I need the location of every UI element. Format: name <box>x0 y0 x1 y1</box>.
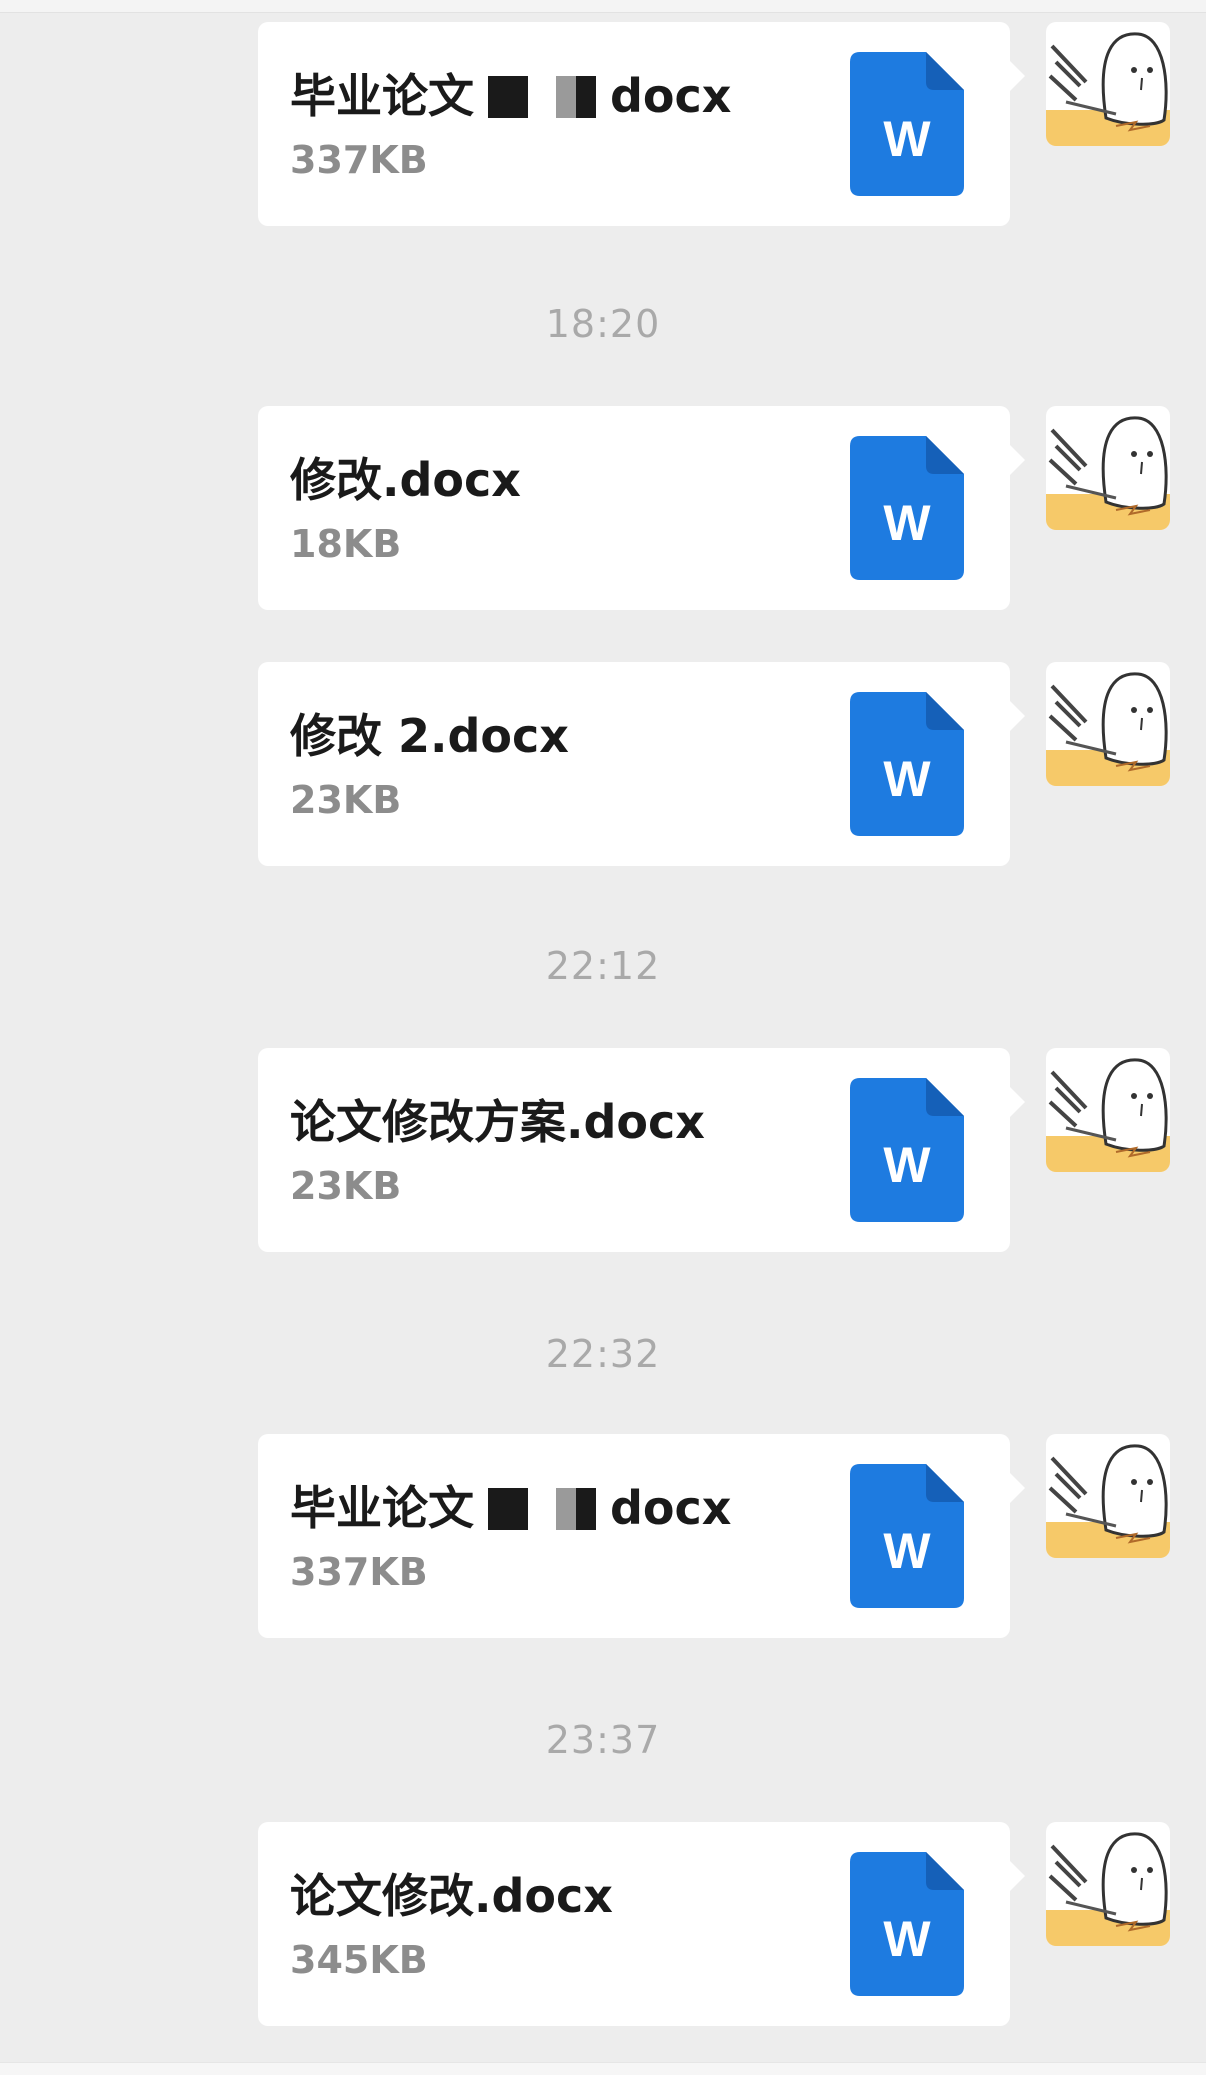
file-name: 论文修改.docx <box>290 1869 613 1923</box>
timestamp: 23:37 <box>545 1718 661 1762</box>
redaction-block <box>488 1488 528 1530</box>
word-doc-icon: W <box>850 1078 964 1222</box>
file-name: 论文修改方案.docx <box>290 1095 705 1149</box>
avatar[interactable] <box>1046 22 1170 146</box>
timestamp: 22:12 <box>545 944 661 988</box>
timestamp: 18:20 <box>545 302 661 346</box>
word-doc-icon: W <box>850 436 964 580</box>
avatar[interactable] <box>1046 1048 1170 1172</box>
word-doc-icon: W <box>850 1852 964 1996</box>
bottom-divider <box>0 2062 1206 2075</box>
file-size: 337KB <box>290 1550 428 1594</box>
avatar[interactable] <box>1046 1822 1170 1946</box>
file-size: 18KB <box>290 522 402 566</box>
svg-text:W: W <box>883 751 931 807</box>
file-name: 修改.docx <box>290 453 521 507</box>
file-message-bubble[interactable]: 毕业论文 docx 337KB W <box>258 22 1025 226</box>
file-name: 修改 2.docx <box>290 709 569 763</box>
avatar[interactable] <box>1046 406 1170 530</box>
svg-text:W: W <box>883 495 931 551</box>
file-name: 毕业论文 docx <box>290 69 732 123</box>
file-size: 345KB <box>290 1938 428 1982</box>
file-message-bubble[interactable]: 论文修改.docx 345KB W <box>258 1822 1025 2026</box>
svg-text:W: W <box>883 1523 931 1579</box>
file-name: 毕业论文 docx <box>290 1481 732 1535</box>
file-message-bubble[interactable]: 论文修改方案.docx 23KB W <box>258 1048 1025 1252</box>
redaction-block <box>556 76 596 118</box>
avatar[interactable] <box>1046 662 1170 786</box>
redaction-block <box>488 76 528 118</box>
file-message-bubble[interactable]: 修改 2.docx 23KB W <box>258 662 1025 866</box>
top-divider <box>0 0 1206 13</box>
file-size: 23KB <box>290 778 402 822</box>
word-doc-icon: W <box>850 1464 964 1608</box>
file-size: 23KB <box>290 1164 402 1208</box>
avatar[interactable] <box>1046 1434 1170 1558</box>
file-size: 337KB <box>290 138 428 182</box>
word-doc-icon: W <box>850 52 964 196</box>
svg-text:W: W <box>883 1911 931 1967</box>
word-doc-icon: W <box>850 692 964 836</box>
timestamp: 22:32 <box>545 1332 661 1376</box>
svg-text:W: W <box>883 111 931 167</box>
svg-text:W: W <box>883 1137 931 1193</box>
redaction-block <box>556 1488 596 1530</box>
file-message-bubble[interactable]: 修改.docx 18KB W <box>258 406 1025 610</box>
file-message-bubble[interactable]: 毕业论文 docx 337KB W <box>258 1434 1025 1638</box>
